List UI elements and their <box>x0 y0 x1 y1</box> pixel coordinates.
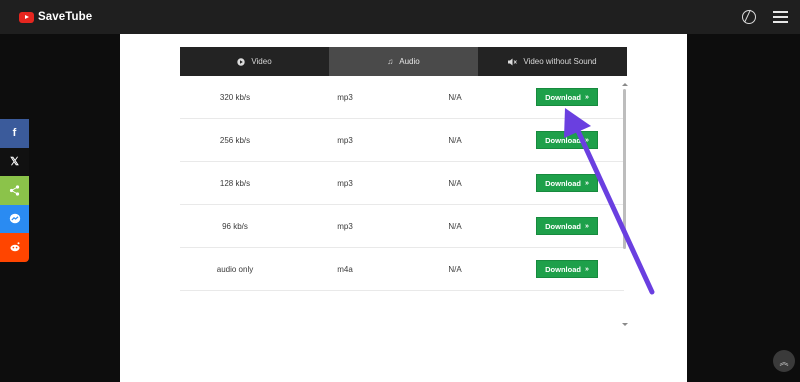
scroll-down-arrow-icon[interactable] <box>622 323 628 326</box>
size-cell: N/A <box>448 264 462 274</box>
messenger-icon <box>9 213 20 224</box>
tab-video-without-sound-label: Video without Sound <box>523 57 597 66</box>
size-cell: N/A <box>448 178 462 188</box>
social-share-bar: f 𝕏 <box>0 119 29 262</box>
format-cell: mp3 <box>337 221 353 231</box>
play-circle-icon <box>237 57 246 66</box>
format-cell: mp3 <box>337 92 353 102</box>
format-cell: mp3 <box>337 135 353 145</box>
scroll-up-arrow-icon[interactable] <box>622 83 628 86</box>
tab-audio[interactable]: ♫ Audio <box>329 47 478 76</box>
download-button-label: Download <box>545 92 581 102</box>
share-icon <box>9 185 20 196</box>
quality-cell: 256 kb/s <box>219 135 251 145</box>
top-bar: SaveTube <box>0 0 800 34</box>
tab-audio-label: Audio <box>399 57 420 66</box>
double-chevron-down-icon: » <box>584 93 589 101</box>
hamburger-menu-icon[interactable] <box>773 11 788 23</box>
size-cell: N/A <box>448 92 462 102</box>
back-to-top-button[interactable]: ︽ <box>773 350 795 372</box>
format-cell: m4a <box>337 264 353 274</box>
tab-video[interactable]: Video <box>180 47 329 76</box>
reddit-icon <box>10 242 19 252</box>
quality-cell: 96 kb/s <box>222 221 248 231</box>
speaker-mute-icon <box>508 58 518 65</box>
facebook-share-button[interactable]: f <box>0 119 29 148</box>
quality-cell: 128 kb/s <box>219 178 251 188</box>
format-cell: mp3 <box>337 178 353 188</box>
size-cell: N/A <box>448 135 462 145</box>
double-chevron-up-icon: ︽ <box>779 356 789 367</box>
download-button[interactable]: Download » <box>536 88 598 106</box>
quality-cell: audio only <box>216 264 254 274</box>
generic-share-button[interactable] <box>0 176 29 205</box>
x-share-button[interactable]: 𝕏 <box>0 147 29 176</box>
messenger-share-button[interactable] <box>0 204 29 233</box>
brand-logo[interactable]: SaveTube <box>19 10 92 24</box>
annotation-arrow <box>564 108 655 295</box>
x-icon: 𝕏 <box>10 156 19 169</box>
facebook-icon: f <box>12 127 17 140</box>
tab-video-without-sound[interactable]: Video without Sound <box>478 47 627 76</box>
reddit-share-button[interactable] <box>0 233 29 262</box>
size-cell: N/A <box>448 221 462 231</box>
format-tabs: Video ♫ Audio Video without Sound <box>180 47 627 76</box>
tab-video-label: Video <box>251 57 272 66</box>
brand-name: SaveTube <box>38 11 93 23</box>
quality-cell: 320 kb/s <box>219 92 251 102</box>
youtube-play-icon <box>19 11 34 23</box>
language-globe-icon[interactable] <box>742 10 756 24</box>
music-note-icon: ♫ <box>387 57 394 66</box>
